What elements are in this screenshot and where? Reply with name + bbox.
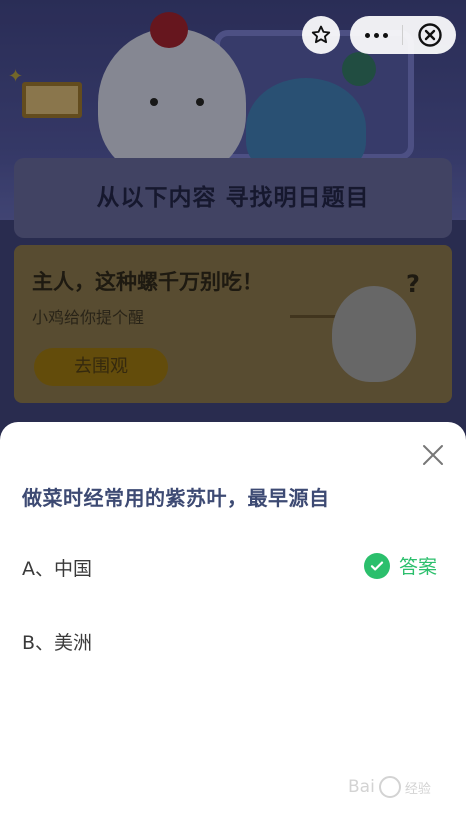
star-outline-icon: [311, 25, 331, 44]
watermark-suffix: 经验: [404, 781, 431, 797]
sheet-close-button[interactable]: [418, 440, 448, 470]
answer-label: 答案: [399, 556, 438, 578]
circle-close-icon: [417, 23, 442, 47]
baidu-paw-icon: [378, 776, 401, 798]
close-icon: [423, 445, 443, 465]
baidu-watermark: Bai 经验: [348, 776, 431, 798]
option-b[interactable]: B、美洲: [22, 628, 92, 655]
more-dot: [382, 32, 388, 38]
watermark-brand: Bai: [348, 777, 375, 797]
check-circle-icon: [364, 552, 390, 579]
dim-overlay[interactable]: [0, 0, 466, 440]
option-a[interactable]: A、中国: [22, 554, 92, 581]
question-text: 做菜时经常用的紫苏叶，最早源自: [22, 486, 330, 510]
exit-button[interactable]: [403, 16, 456, 54]
answer-indicator: 答案: [364, 552, 437, 579]
background-page: ✦ 从以下内容 寻找明日题目 主人，这种螺千万别吃！ 小鸡给你提个醒 去围观 ?: [0, 0, 466, 440]
more-dot: [373, 32, 379, 38]
more-button[interactable]: [350, 16, 402, 54]
favorite-button[interactable]: [302, 16, 340, 54]
more-dots-icon: [364, 32, 370, 38]
mini-program-capsule: [350, 16, 456, 54]
